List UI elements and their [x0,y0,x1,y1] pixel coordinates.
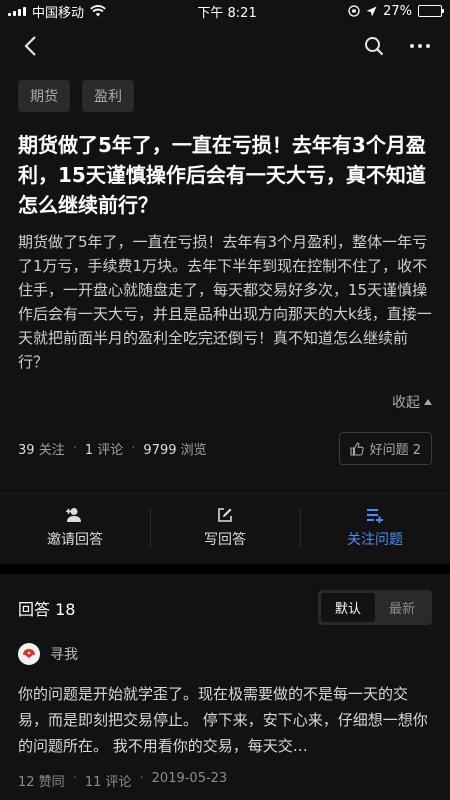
separator-dot: · [72,771,77,786]
status-bar: 中国移动 下午 8:21 27% [0,0,450,22]
question-stats: 39 关注 · 1 评论 · 9799 浏览 好问题 2 [0,412,450,465]
add-user-icon [66,508,81,522]
invite-answer-label: 邀请回答 [47,532,103,548]
status-left: 中国移动 [8,2,106,21]
answers-header: 回答 18 默认 最新 [0,574,450,633]
avatar [18,643,40,665]
topic-tag[interactable]: 期货 [18,80,70,112]
comment-count: 1 [84,443,94,458]
nav-bar [0,22,450,70]
view-stat-label: 浏览 [180,443,207,458]
more-button[interactable] [408,34,432,58]
caret-up-icon [424,399,432,405]
comment-stat[interactable]: 1 评论 [85,439,123,458]
separator-dot: · [139,771,144,786]
thumbs-up-icon [350,441,364,456]
more-icon [410,44,430,48]
rotation-lock-icon [348,5,360,17]
separator-dot: · [131,441,136,456]
answer-author[interactable]: 寻我 [18,643,432,665]
carrier-label: 中国移动 [32,5,85,21]
section-divider [0,564,450,574]
answer-count: 回答 18 [18,599,76,619]
sort-latest-tab[interactable]: 最新 [375,593,429,622]
collapse-label: 收起 [392,395,420,411]
author-name: 寻我 [50,647,78,663]
signal-icon [8,6,26,16]
follow-stat[interactable]: 39 关注 [18,439,65,458]
topic-tags: 期货 盈利 [0,70,450,112]
follow-count: 39 [18,443,35,458]
question-description: 期货做了5年了，一直在亏损！去年有3个月盈利，整体一年亏了1万亏，手续费1万块。… [18,233,432,371]
battery-icon [418,5,444,17]
follow-question-button[interactable]: 关注问题 [300,494,450,562]
battery-percent: 27% [383,3,412,19]
comment-stat-label: 评论 [97,443,124,458]
sort-toggle: 默认 最新 [317,590,432,625]
wifi-icon [90,5,106,17]
edit-icon [218,508,232,522]
write-answer-label: 写回答 [204,532,246,548]
answer-excerpt: 你的问题是开始就学歪了。现在极需要做的不是每一天的交易，而是即刻把交易停止。 停… [18,685,428,755]
answer-likes: 12 赞同 [18,775,65,790]
question-title: 期货做了5年了，一直在亏损！去年有3个月盈利，15天谨慎操作后会有一天大亏，真不… [18,133,426,217]
answer-item[interactable]: 寻我 你的问题是开始就学歪了。现在极需要做的不是每一天的交易，而是即刻把交易停止… [0,633,450,790]
good-question-button[interactable]: 好问题 2 [338,432,432,465]
back-arrow-icon [24,36,36,56]
follow-question-label: 关注问题 [347,532,403,548]
view-stat: 9799 浏览 [143,439,206,458]
nav-actions [362,34,432,58]
follow-stat-label: 关注 [38,443,65,458]
separator-dot: · [72,441,77,456]
sort-default-tab[interactable]: 默认 [320,593,375,622]
view-count: 9799 [143,443,177,458]
answer-meta: 12 赞同 · 11 评论 · 2019-05-23 [18,771,432,790]
avatar-icon [23,649,35,658]
invite-answer-button[interactable]: 邀请回答 [0,494,150,562]
stats-summary: 39 关注 · 1 评论 · 9799 浏览 [18,439,207,458]
write-answer-button[interactable]: 写回答 [150,494,300,562]
answer-comments: 11 评论 [84,775,132,790]
good-question-label: 好问题 2 [369,443,421,458]
topic-tag[interactable]: 盈利 [82,80,134,112]
collapse-button[interactable]: 收起 [0,392,432,412]
answer-date: 2019-05-23 [151,771,228,786]
location-icon [366,6,377,16]
follow-list-icon [367,509,383,523]
search-icon [365,37,384,56]
question-action-bar: 邀请回答 写回答 关注问题 [0,493,450,562]
status-right: 27% [348,3,444,19]
back-button[interactable] [18,34,42,58]
clock: 下午 8:21 [197,5,257,21]
search-button[interactable] [362,34,386,58]
